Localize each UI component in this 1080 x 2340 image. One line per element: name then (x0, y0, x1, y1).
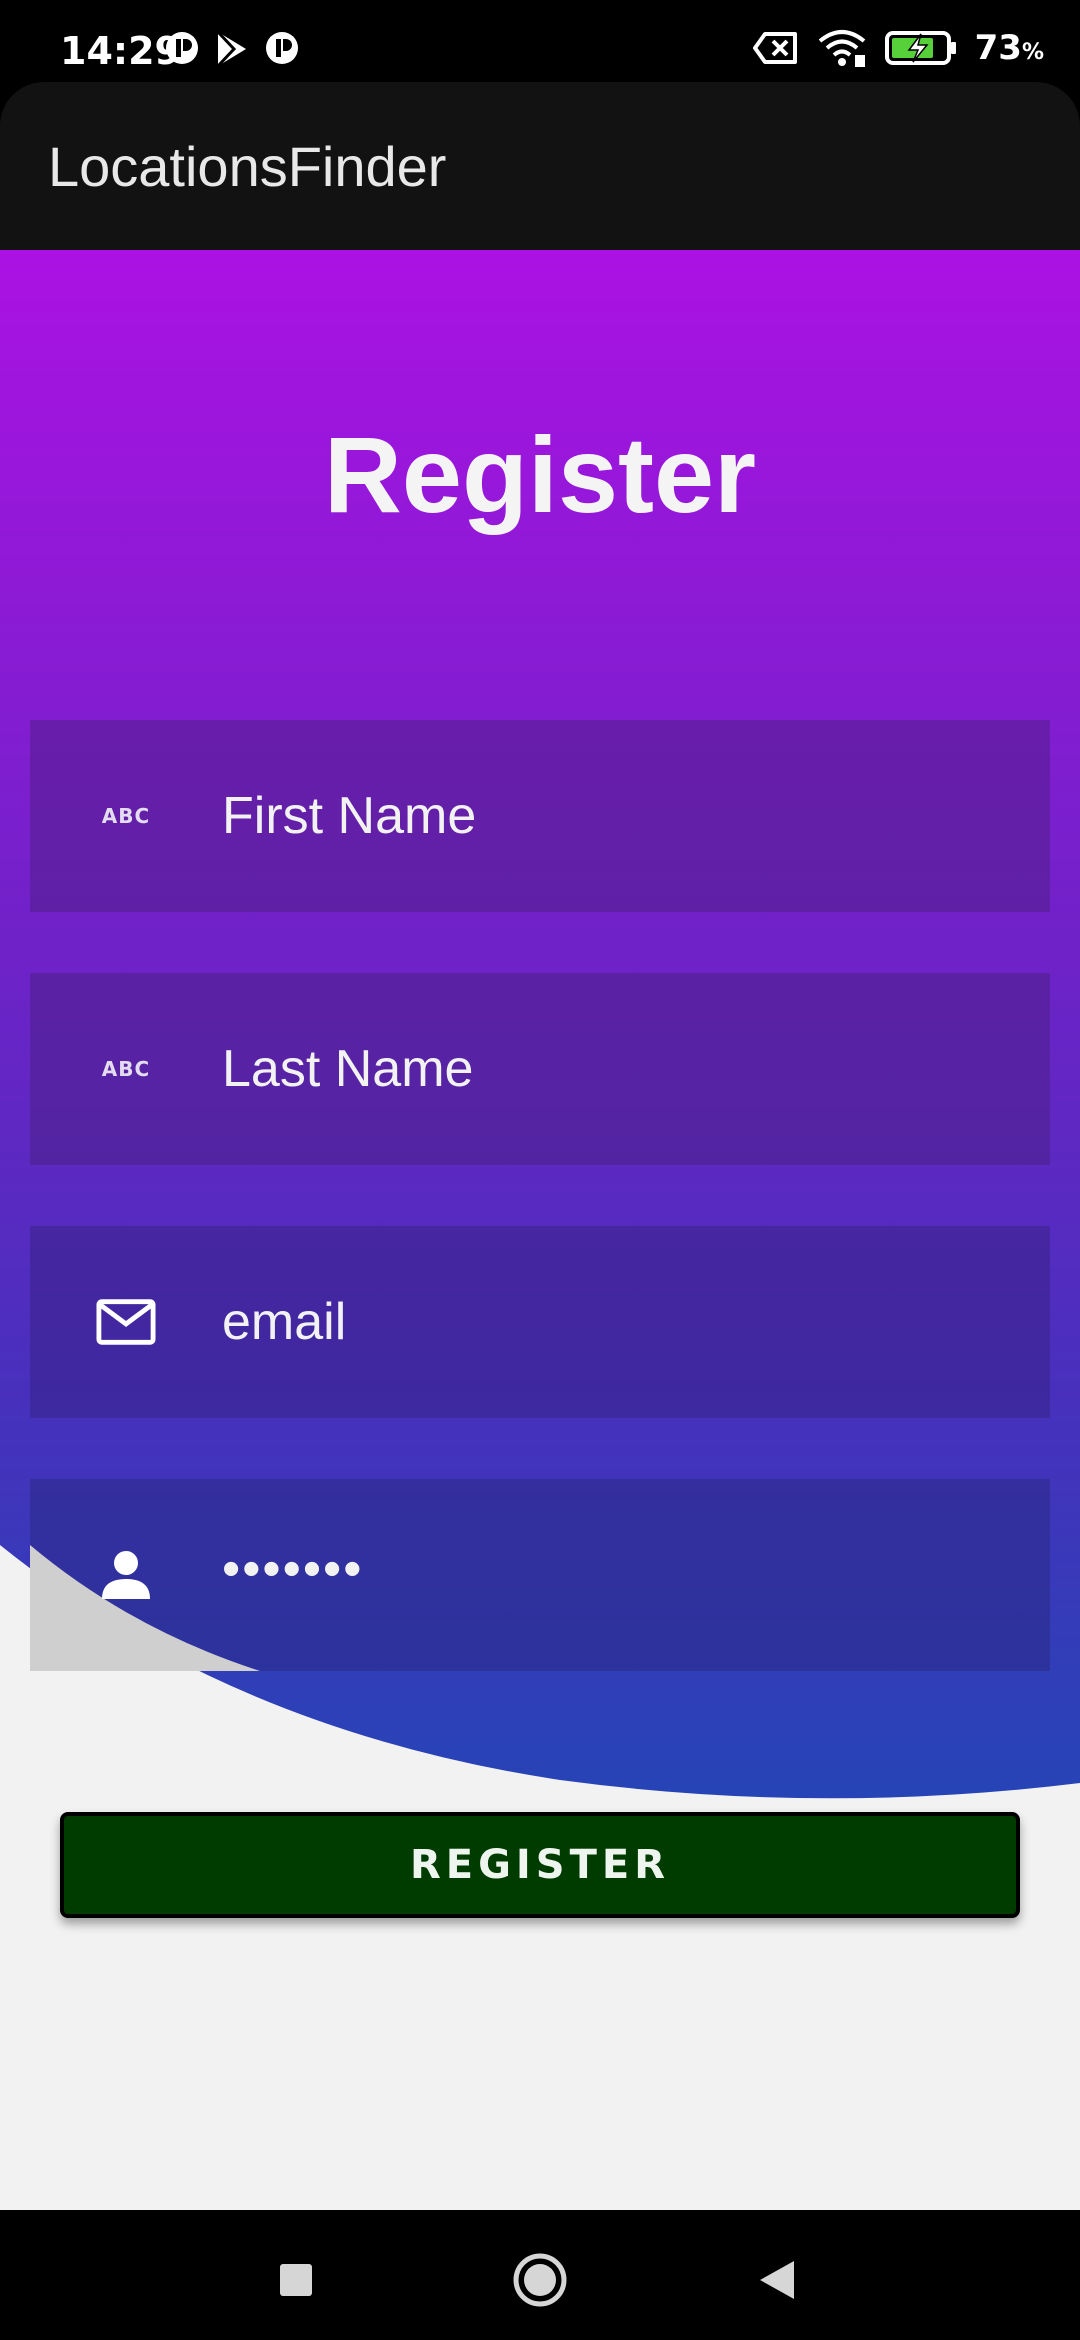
status-bar: 14:29 73% (0, 0, 1080, 82)
app-bar: LocationsFinder (0, 82, 1080, 250)
battery-percent: 73% (975, 28, 1044, 68)
abc-icon: ABC (96, 786, 156, 846)
password-field[interactable]: ••••••• (30, 1479, 1050, 1671)
data-off-icon (752, 32, 797, 64)
status-system-icons: 73% (752, 28, 1044, 68)
notification-icon (266, 32, 298, 64)
wifi-icon (818, 30, 865, 67)
notification-icon (166, 32, 198, 64)
back-triangle-icon[interactable] (746, 2250, 806, 2310)
person-icon (96, 1545, 156, 1605)
mail-icon (96, 1292, 156, 1352)
play-store-icon (216, 30, 246, 68)
battery-percent-unit: % (1021, 40, 1044, 65)
recents-square-icon[interactable] (266, 2250, 326, 2310)
abc-icon: ABC (96, 1039, 156, 1099)
app-title: LocationsFinder (48, 135, 447, 198)
register-button[interactable]: REGISTER (60, 1812, 1020, 1918)
password-value: ••••••• (222, 1540, 364, 1598)
battery-percent-value: 73 (974, 28, 1022, 68)
email-field[interactable]: email (30, 1226, 1050, 1418)
first-name-placeholder: First Name (222, 787, 477, 845)
register-screen: Register ABC First Name ABC Last Name em… (0, 250, 1080, 2210)
status-notification-icons (164, 30, 300, 68)
home-circle-icon[interactable] (510, 2250, 570, 2310)
screen: 14:29 73% LocationsFinder Register ABC F… (0, 0, 1080, 2340)
svg-text:ABC: ABC (102, 804, 150, 828)
navigation-bar (0, 2210, 1080, 2340)
last-name-field[interactable]: ABC Last Name (30, 973, 1050, 1165)
battery-charging-icon (884, 31, 956, 65)
svg-text:ABC: ABC (102, 1057, 150, 1081)
first-name-field[interactable]: ABC First Name (30, 720, 1050, 912)
email-placeholder: email (222, 1293, 347, 1351)
status-time: 14:29 (60, 29, 181, 73)
field-shadow-wedge (30, 1545, 260, 1671)
last-name-placeholder: Last Name (222, 1040, 474, 1098)
page-title: Register (323, 414, 757, 535)
